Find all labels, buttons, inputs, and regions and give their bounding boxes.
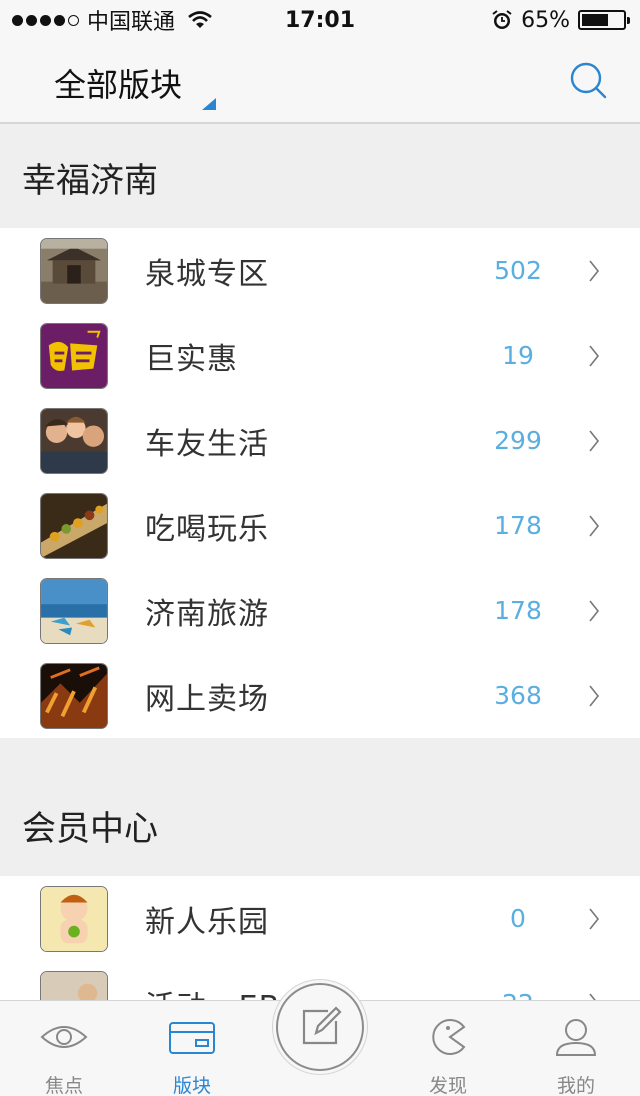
post-count: 22 <box>468 989 568 1000</box>
tab-mine[interactable]: 我的 <box>512 1001 640 1096</box>
chevron-right-icon <box>589 515 600 536</box>
board-row-quancheng[interactable]: 泉城专区 502 <box>0 228 640 313</box>
battery-icon <box>578 10 630 30</box>
chevron-right-icon <box>589 260 600 281</box>
carrier-name: 中国联通 <box>87 10 176 35</box>
chevron-right-icon <box>589 345 600 366</box>
nav-bar: 全部版块 <box>0 40 640 124</box>
board-name: 活动 EB <box>145 982 280 1001</box>
food-photo-thumbnail <box>40 492 108 559</box>
tab-label: 我的 <box>556 1075 595 1096</box>
board-row-car-friends[interactable]: 车友生活 299 <box>0 398 640 483</box>
board-name: 吃喝玩乐 <box>145 511 269 547</box>
board-list: 幸福济南 泉城专区 502 巨实惠 19 车友生活 299 吃喝玩乐 178 济… <box>0 126 640 1000</box>
event-photo-thumbnail <box>40 970 108 1000</box>
deal-logo-thumbnail <box>40 322 108 389</box>
board-name: 巨实惠 <box>145 341 238 377</box>
board-row-jushihui[interactable]: 巨实惠 19 <box>0 313 640 398</box>
cartoon-kid-thumbnail <box>40 885 108 952</box>
friends-photo-thumbnail <box>40 407 108 474</box>
person-icon <box>555 1019 597 1056</box>
section-list-happy-jinan: 泉城专区 502 巨实惠 19 车友生活 299 吃喝玩乐 178 济南旅游 1… <box>0 228 640 738</box>
post-count: 299 <box>494 426 542 455</box>
card-icon <box>169 1022 215 1054</box>
board-row-online-mall[interactable]: 网上卖场 368 <box>0 653 640 738</box>
eye-icon <box>40 1026 88 1048</box>
section-header-member-center: 会员中心 <box>0 738 640 876</box>
tab-label: 焦点 <box>44 1075 83 1096</box>
section-header-happy-jinan: 幸福济南 <box>0 126 640 228</box>
board-row-jinan-travel[interactable]: 济南旅游 178 <box>0 568 640 653</box>
board-name: 泉城专区 <box>145 256 269 292</box>
chevron-right-icon <box>589 685 600 706</box>
tab-label: 版块 <box>172 1075 211 1096</box>
post-count: 502 <box>494 256 542 285</box>
battery-percent: 65% <box>521 7 570 33</box>
chevron-right-icon <box>589 993 597 1000</box>
wifi-icon <box>188 11 212 28</box>
board-row-newcomer[interactable]: 新人乐园 0 <box>0 876 640 961</box>
board-name: 车友生活 <box>145 426 269 462</box>
tab-bar: 焦点 版块 发现 我的 <box>0 979 640 1096</box>
post-count: 368 <box>494 681 542 710</box>
search-icon[interactable] <box>568 60 608 100</box>
board-name: 新人乐园 <box>145 904 269 940</box>
board-filter-title[interactable]: 全部版块 <box>54 60 182 106</box>
post-count: 178 <box>494 596 542 625</box>
tab-label: 发现 <box>428 1075 467 1096</box>
chevron-right-icon <box>589 600 600 621</box>
post-count: 0 <box>510 904 526 933</box>
chevron-right-icon <box>589 430 600 451</box>
signal-strength-icon <box>12 14 79 26</box>
beach-photo-thumbnail <box>40 577 108 644</box>
alarm-clock-icon <box>492 10 512 29</box>
tab-focus[interactable]: 焦点 <box>0 1001 128 1096</box>
board-row-food-fun[interactable]: 吃喝玩乐 178 <box>0 483 640 568</box>
post-count: 178 <box>494 511 542 540</box>
post-count: 19 <box>502 341 534 370</box>
pacman-icon <box>432 1019 466 1055</box>
gate-photo-thumbnail <box>40 237 108 304</box>
battery-level <box>582 14 608 26</box>
chevron-right-icon <box>589 908 600 929</box>
tab-discover[interactable]: 发现 <box>384 1001 512 1096</box>
money-photo-thumbnail <box>40 662 108 729</box>
tab-boards[interactable]: 版块 <box>128 1001 256 1096</box>
board-name: 济南旅游 <box>145 596 269 632</box>
board-name: 网上卖场 <box>145 681 269 717</box>
compose-icon[interactable] <box>298 1005 342 1049</box>
dropdown-corner-icon[interactable] <box>202 98 216 110</box>
status-bar: 中国联通 17:01 65% <box>0 0 640 40</box>
